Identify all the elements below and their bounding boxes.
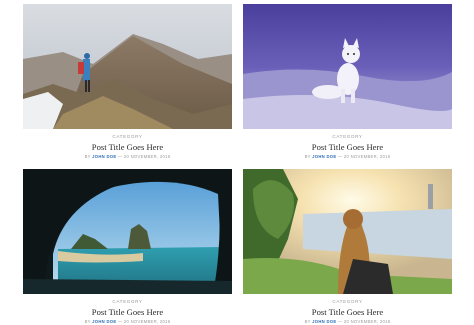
post-category-link[interactable]: CATEGORY	[23, 134, 232, 140]
post-date: 20 NOVEMBER, 2016	[343, 319, 391, 324]
byline-prefix: BY	[304, 154, 311, 159]
post-date: 20 NOVEMBER, 2016	[343, 154, 391, 159]
arctic-fox-image	[243, 4, 452, 129]
post-title-link[interactable]: Post Title Goes Here	[243, 142, 452, 153]
author-link[interactable]: JOHN DOE	[92, 154, 116, 159]
post-category-link[interactable]: CATEGORY	[243, 299, 452, 305]
post-thumbnail-mountain-hiker[interactable]	[23, 4, 232, 129]
author-link[interactable]: JOHN DOE	[92, 319, 116, 324]
byline-separator: —	[336, 319, 344, 324]
byline-prefix: BY	[304, 319, 311, 324]
byline-separator: —	[336, 154, 344, 159]
post-byline: BY JOHN DOE — 20 NOVEMBER, 2016	[243, 319, 452, 325]
byline-prefix: BY	[84, 154, 91, 159]
post-title-link[interactable]: Post Title Goes Here	[23, 142, 232, 153]
post-card: CATEGORY Post Title Goes Here BY JOHN DO…	[243, 4, 452, 160]
sea-cave-beach-image	[23, 169, 232, 294]
post-meta: CATEGORY Post Title Goes Here BY JOHN DO…	[23, 134, 232, 160]
post-card: CATEGORY Post Title Goes Here BY JOHN DO…	[23, 4, 232, 160]
byline-separator: —	[116, 319, 124, 324]
post-thumbnail-woman-sunset[interactable]	[243, 169, 452, 294]
post-thumbnail-sea-cave[interactable]	[23, 169, 232, 294]
byline-prefix: BY	[84, 319, 91, 324]
post-byline: BY JOHN DOE — 20 NOVEMBER, 2016	[23, 319, 232, 325]
post-thumbnail-arctic-fox[interactable]	[243, 4, 452, 129]
post-date: 20 NOVEMBER, 2016	[123, 154, 171, 159]
post-meta: CATEGORY Post Title Goes Here BY JOHN DO…	[243, 299, 452, 325]
post-meta: CATEGORY Post Title Goes Here BY JOHN DO…	[23, 299, 232, 325]
post-byline: BY JOHN DOE — 20 NOVEMBER, 2016	[23, 154, 232, 160]
post-title-link[interactable]: Post Title Goes Here	[243, 307, 452, 318]
post-category-link[interactable]: CATEGORY	[23, 299, 232, 305]
post-card: CATEGORY Post Title Goes Here BY JOHN DO…	[243, 169, 452, 325]
post-meta: CATEGORY Post Title Goes Here BY JOHN DO…	[243, 134, 452, 160]
author-link[interactable]: JOHN DOE	[312, 154, 336, 159]
byline-separator: —	[116, 154, 124, 159]
post-grid: CATEGORY Post Title Goes Here BY JOHN DO…	[0, 0, 474, 325]
post-byline: BY JOHN DOE — 20 NOVEMBER, 2016	[243, 154, 452, 160]
post-date: 20 NOVEMBER, 2016	[123, 319, 171, 324]
woman-sunset-lake-image	[243, 169, 452, 294]
author-link[interactable]: JOHN DOE	[312, 319, 336, 324]
post-title-link[interactable]: Post Title Goes Here	[23, 307, 232, 318]
mountain-hiker-image	[23, 4, 232, 129]
post-card: CATEGORY Post Title Goes Here BY JOHN DO…	[23, 169, 232, 325]
post-category-link[interactable]: CATEGORY	[243, 134, 452, 140]
